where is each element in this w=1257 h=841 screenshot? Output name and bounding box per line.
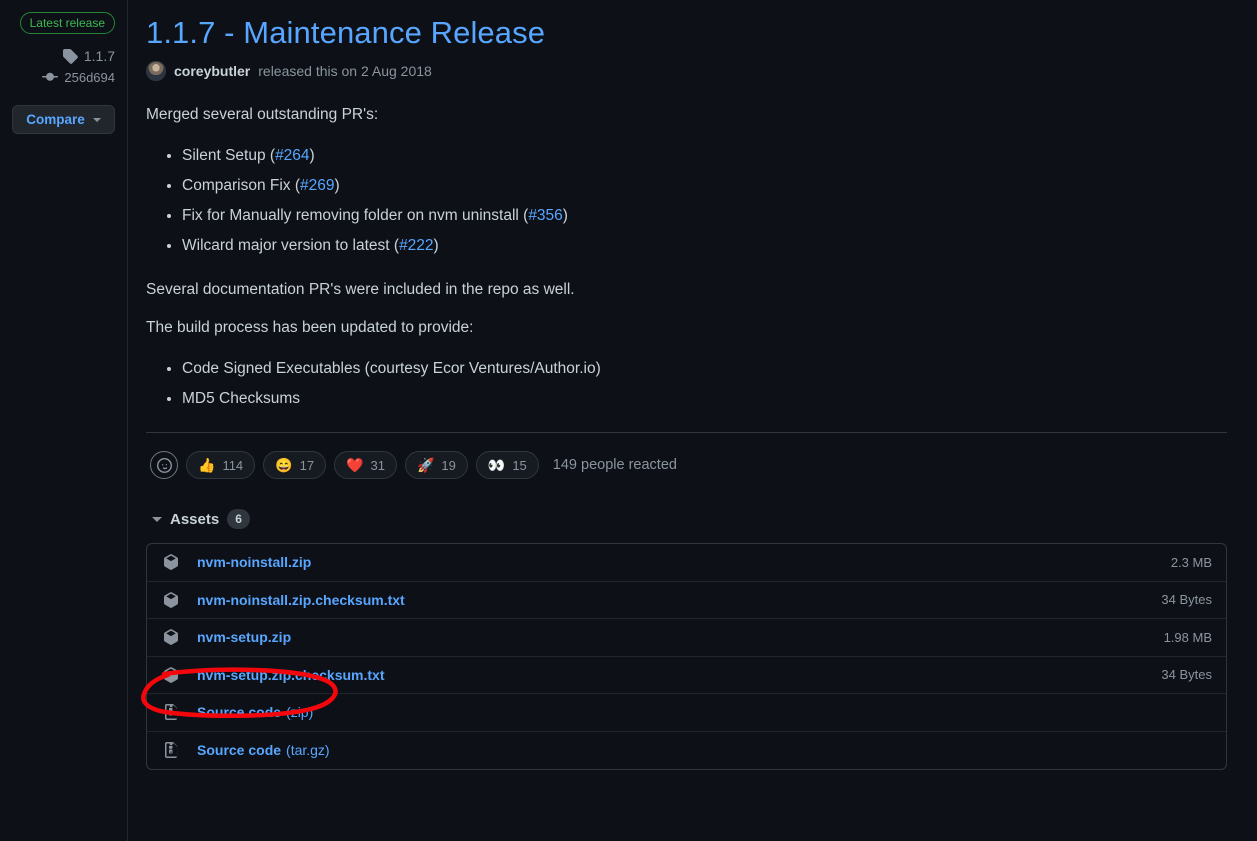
commit-sha: 256d694 xyxy=(64,70,115,85)
docs-note-paragraph: Several documentation PR's were included… xyxy=(146,278,1227,302)
reaction-count: 19 xyxy=(441,458,455,473)
reaction-heart[interactable]: ❤️ 31 xyxy=(334,451,397,479)
laugh-icon: 😄 xyxy=(275,458,292,472)
asset-name-link[interactable]: nvm-noinstall.zip xyxy=(197,554,311,570)
package-icon xyxy=(163,592,183,608)
reaction-summary: 149 people reacted xyxy=(553,457,677,473)
reaction-count: 15 xyxy=(512,458,526,473)
list-item: MD5 Checksums xyxy=(182,384,1227,414)
reaction-thumbs-up[interactable]: 👍 114 xyxy=(186,451,255,479)
list-item-text: Wilcard major version to latest ( xyxy=(182,237,399,254)
content-divider xyxy=(146,432,1227,433)
asset-name-link[interactable]: nvm-setup.zip xyxy=(197,629,291,645)
asset-format-suffix[interactable]: (tar.gz) xyxy=(286,742,330,758)
list-item-text: Fix for Manually removing folder on nvm … xyxy=(182,207,528,224)
list-item-text-close: ) xyxy=(334,177,339,194)
asset-row[interactable]: nvm-setup.zip.checksum.txt 34 Bytes xyxy=(147,657,1226,695)
asset-name-link[interactable]: Source code xyxy=(197,704,281,720)
issue-link[interactable]: #356 xyxy=(528,207,562,224)
list-item-text: Comparison Fix ( xyxy=(182,177,300,194)
reaction-count: 114 xyxy=(222,458,243,473)
release-sidebar: Latest release 1.1.7 256d694 Compare xyxy=(0,0,128,841)
commit-row[interactable]: 256d694 xyxy=(0,69,115,85)
pr-list: Silent Setup (#264)Comparison Fix (#269)… xyxy=(146,141,1227,262)
asset-size: 1.98 MB xyxy=(1164,630,1212,645)
latest-release-badge: Latest release xyxy=(20,12,115,34)
list-item-text-close: ) xyxy=(434,237,439,254)
asset-row[interactable]: Source code (zip) xyxy=(147,694,1226,732)
asset-name-link[interactable]: nvm-setup.zip.checksum.txt xyxy=(197,667,385,683)
issue-link[interactable]: #269 xyxy=(300,177,334,194)
rocket-icon: 🚀 xyxy=(417,458,434,472)
reaction-count: 17 xyxy=(300,458,314,473)
byline-text: released this on 2 Aug 2018 xyxy=(258,63,432,79)
list-item: Comparison Fix (#269) xyxy=(182,171,1227,201)
commit-icon xyxy=(42,69,58,85)
compare-button-label: Compare xyxy=(26,112,85,127)
reaction-rocket[interactable]: 🚀 19 xyxy=(405,451,468,479)
tag-label: 1.1.7 xyxy=(84,48,115,64)
release-main: 1.1.7 - Maintenance Release coreybutler … xyxy=(128,0,1257,841)
author-avatar[interactable] xyxy=(146,61,166,81)
asset-row[interactable]: nvm-noinstall.zip.checksum.txt 34 Bytes xyxy=(147,582,1226,620)
thumbs-up-icon: 👍 xyxy=(198,458,215,472)
tag-icon xyxy=(62,48,78,64)
reaction-laugh[interactable]: 😄 17 xyxy=(263,451,326,479)
file-zip-icon xyxy=(163,704,183,720)
build-list: Code Signed Executables (courtesy Ecor V… xyxy=(146,354,1227,414)
issue-link[interactable]: #264 xyxy=(275,147,309,164)
list-item-text-close: ) xyxy=(310,147,315,164)
github-release-page: Latest release 1.1.7 256d694 Compare 1.1… xyxy=(0,0,1257,841)
chevron-down-icon xyxy=(93,118,101,122)
issue-link[interactable]: #222 xyxy=(399,237,433,254)
asset-name-link[interactable]: Source code xyxy=(197,742,281,758)
asset-size: 34 Bytes xyxy=(1161,592,1212,607)
author-name[interactable]: coreybutler xyxy=(174,63,250,79)
chevron-down-icon xyxy=(152,517,162,522)
assets-list: nvm-noinstall.zip2.3 MBnvm-noinstall.zip… xyxy=(146,543,1227,770)
asset-name-link[interactable]: nvm-noinstall.zip.checksum.txt xyxy=(197,592,405,608)
eyes-icon: 👀 xyxy=(488,458,505,472)
asset-size: 34 Bytes xyxy=(1161,667,1212,682)
asset-row[interactable]: Source code (tar.gz) xyxy=(147,732,1226,770)
reactions-bar: 👍 114 😄 17 ❤️ 31 🚀 19 👀 15 149 people reacted xyxy=(146,451,1227,479)
assets-title: Assets xyxy=(170,511,219,528)
smiley-face-icon[interactable] xyxy=(150,451,178,479)
package-icon xyxy=(163,554,183,570)
asset-row[interactable]: nvm-noinstall.zip 2.3 MB xyxy=(147,544,1226,582)
asset-size: 2.3 MB xyxy=(1171,555,1212,570)
release-title[interactable]: 1.1.7 - Maintenance Release xyxy=(146,14,1227,53)
compare-button[interactable]: Compare xyxy=(12,105,115,134)
list-item: Wilcard major version to latest (#222) xyxy=(182,231,1227,261)
file-zip-icon xyxy=(163,742,183,758)
list-item: Code Signed Executables (courtesy Ecor V… xyxy=(182,354,1227,384)
release-byline: coreybutler released this on 2 Aug 2018 xyxy=(146,61,1227,81)
package-icon xyxy=(163,667,183,683)
list-item-text-close: ) xyxy=(563,207,568,224)
reaction-count: 31 xyxy=(371,458,385,473)
reaction-pill-group: 👍 114 😄 17 ❤️ 31 🚀 19 👀 15 xyxy=(186,451,539,479)
tag-row[interactable]: 1.1.7 xyxy=(0,48,115,64)
assets-header[interactable]: Assets 6 xyxy=(146,509,1227,529)
list-item-text: Silent Setup ( xyxy=(182,147,275,164)
list-item: Silent Setup (#264) xyxy=(182,141,1227,171)
intro-paragraph: Merged several outstanding PR's: xyxy=(146,103,1227,127)
build-note-paragraph: The build process has been updated to pr… xyxy=(146,316,1227,340)
asset-row[interactable]: nvm-setup.zip 1.98 MB xyxy=(147,619,1226,657)
heart-icon: ❤️ xyxy=(346,458,363,472)
reaction-eyes[interactable]: 👀 15 xyxy=(476,451,539,479)
list-item: Fix for Manually removing folder on nvm … xyxy=(182,201,1227,231)
assets-count-badge: 6 xyxy=(227,509,250,529)
asset-format-suffix[interactable]: (zip) xyxy=(286,704,313,720)
package-icon xyxy=(163,629,183,645)
